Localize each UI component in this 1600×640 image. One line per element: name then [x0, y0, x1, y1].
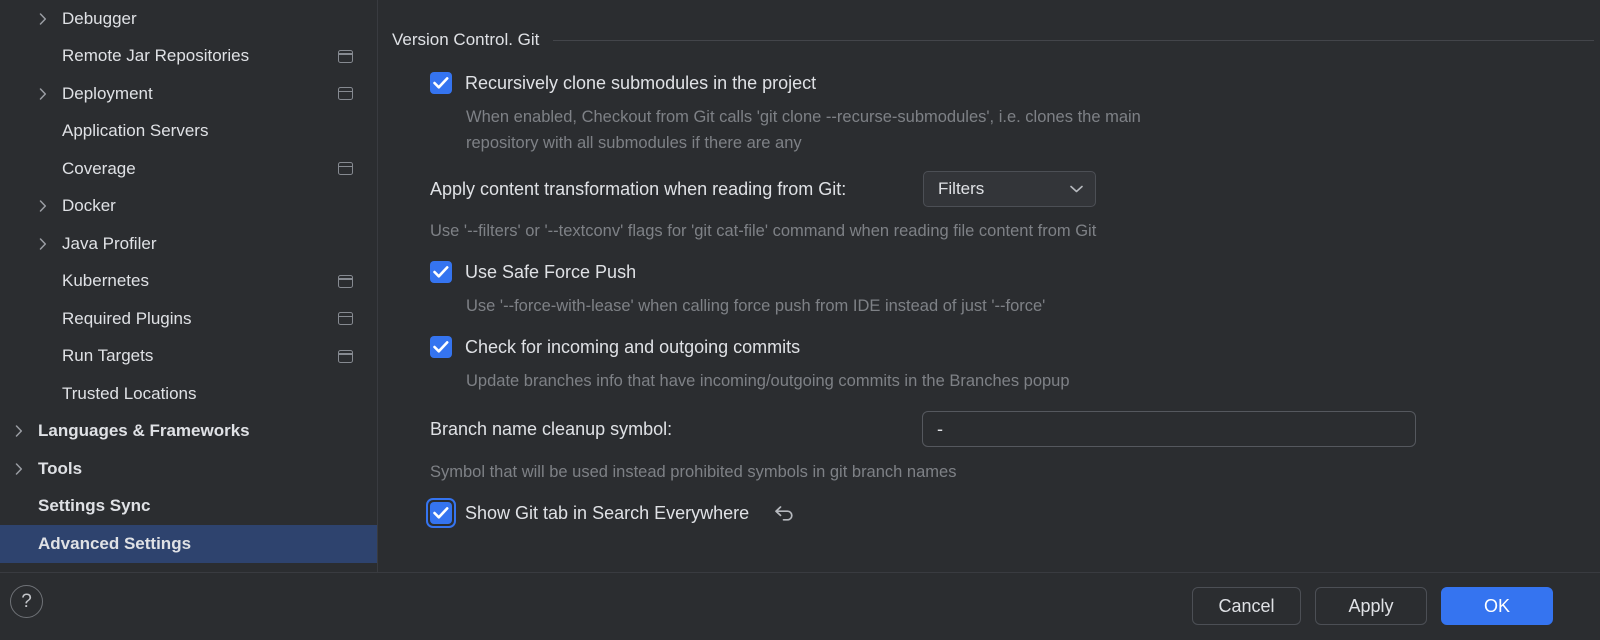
- chevron-right-icon[interactable]: [36, 12, 50, 26]
- sidebar-item-label: Application Servers: [62, 121, 209, 141]
- check-commits-checkbox[interactable]: [430, 336, 452, 358]
- chevron-right-icon[interactable]: [36, 87, 50, 101]
- sidebar-item-docker[interactable]: Docker: [0, 188, 377, 226]
- sidebar-item-label: Docker: [62, 196, 116, 216]
- chevron-right-icon[interactable]: [36, 237, 50, 251]
- sidebar-item-kubernetes[interactable]: Kubernetes: [0, 263, 377, 301]
- dialog-button-bar: ? Cancel Apply OK: [0, 573, 1600, 640]
- cancel-button[interactable]: Cancel: [1192, 587, 1301, 625]
- sidebar-item-tools[interactable]: Tools: [0, 450, 377, 488]
- sidebar-item-label: Required Plugins: [62, 308, 192, 328]
- settings-content-pane: Version Control. Git Recursively clone s…: [378, 0, 1600, 572]
- show-git-tab-label: Show Git tab in Search Everywhere: [465, 502, 750, 523]
- sidebar-item-label: Java Profiler: [62, 233, 157, 253]
- sidebar-item-label: Tools: [38, 458, 83, 478]
- ok-button[interactable]: OK: [1441, 587, 1553, 625]
- sidebar-item-label: Run Targets: [62, 346, 154, 366]
- help-button[interactable]: ?: [10, 585, 43, 618]
- sidebar-item-coverage[interactable]: Coverage: [0, 150, 377, 188]
- sidebar-item-debugger[interactable]: Debugger: [0, 0, 377, 38]
- safe-force-push-label: Use Safe Force Push: [465, 261, 637, 282]
- branch-cleanup-hint: Symbol that will be used instead prohibi…: [430, 463, 957, 481]
- sidebar-item-java-profiler[interactable]: Java Profiler: [0, 225, 377, 263]
- safe-force-push-hint: Use '--force-with-lease' when calling fo…: [466, 297, 1046, 315]
- project-scope-icon: [338, 87, 353, 101]
- recursive-clone-hint: When enabled, Checkout from Git calls 'g…: [466, 104, 1141, 156]
- project-scope-icon: [338, 312, 353, 326]
- sidebar-item-advanced-settings[interactable]: Advanced Settings: [0, 525, 377, 563]
- page-title: Version Control. Git: [392, 30, 540, 49]
- sidebar-item-label: Languages & Frameworks: [38, 421, 250, 441]
- section-divider: [553, 39, 1594, 41]
- recursive-clone-row[interactable]: Recursively clone submodules in the proj…: [430, 72, 816, 94]
- chevron-right-icon[interactable]: [36, 199, 50, 213]
- revert-icon[interactable]: [774, 504, 796, 522]
- sidebar-item-label: Debugger: [62, 8, 137, 28]
- sidebar-item-trusted-locations[interactable]: Trusted Locations: [0, 375, 377, 413]
- check-commits-label: Check for incoming and outgoing commits: [465, 336, 801, 357]
- check-commits-hint: Update branches info that have incoming/…: [466, 372, 1070, 390]
- settings-sidebar-tree[interactable]: Debugger Remote Jar Repositories Deploymen…: [0, 0, 377, 572]
- sidebar-item-label: Advanced Settings: [38, 533, 192, 553]
- sidebar-item-label: Kubernetes: [62, 271, 149, 291]
- content-transformation-hint: Use '--filters' or '--textconv' flags fo…: [430, 222, 1097, 240]
- safe-force-push-row[interactable]: Use Safe Force Push: [430, 261, 636, 283]
- project-scope-icon: [338, 349, 353, 363]
- sidebar-item-label: Coverage: [62, 158, 136, 178]
- sidebar-item-deployment[interactable]: Deployment: [0, 75, 377, 113]
- sidebar-item-required-plugins[interactable]: Required Plugins: [0, 300, 377, 338]
- branch-cleanup-input[interactable]: -: [922, 411, 1416, 447]
- check-commits-row[interactable]: Check for incoming and outgoing commits: [430, 336, 800, 358]
- safe-force-push-checkbox[interactable]: [430, 261, 452, 283]
- project-scope-icon: [338, 274, 353, 288]
- content-transformation-value: Filters: [938, 179, 985, 198]
- recursive-clone-label: Recursively clone submodules in the proj…: [465, 72, 817, 93]
- sidebar-item-languages-frameworks[interactable]: Languages & Frameworks: [0, 413, 377, 451]
- sidebar-item-settings-sync[interactable]: Settings Sync: [0, 488, 377, 526]
- chevron-right-icon[interactable]: [12, 424, 26, 438]
- show-git-tab-row[interactable]: Show Git tab in Search Everywhere: [426, 498, 796, 528]
- recursive-clone-hint-line2: repository with all submodules if there …: [466, 134, 802, 152]
- content-transformation-select[interactable]: Filters: [923, 171, 1096, 207]
- sidebar-item-label: Trusted Locations: [62, 383, 197, 403]
- sidebar-item-remote-jar-repositories[interactable]: Remote Jar Repositories: [0, 38, 377, 76]
- section-header: Version Control. Git: [392, 30, 1594, 50]
- recursive-clone-checkbox[interactable]: [430, 72, 452, 94]
- project-scope-icon: [338, 49, 353, 63]
- sidebar-item-label: Settings Sync: [38, 496, 151, 516]
- settings-dialog: Debugger Remote Jar Repositories Deploymen…: [0, 0, 1600, 640]
- apply-button[interactable]: Apply: [1315, 587, 1427, 625]
- chevron-down-icon: [1070, 172, 1083, 206]
- sidebar-item-application-servers[interactable]: Application Servers: [0, 113, 377, 151]
- sidebar-item-run-targets[interactable]: Run Targets: [0, 338, 377, 376]
- recursive-clone-hint-line1: When enabled, Checkout from Git calls 'g…: [466, 108, 1141, 126]
- project-scope-icon: [338, 162, 353, 176]
- show-git-tab-checkbox[interactable]: [426, 498, 456, 528]
- sidebar-item-label: Remote Jar Repositories: [62, 46, 250, 66]
- branch-cleanup-label: Branch name cleanup symbol:: [430, 419, 673, 439]
- chevron-right-icon[interactable]: [12, 462, 26, 476]
- sidebar-item-label: Deployment: [62, 83, 153, 103]
- content-transformation-label: Apply content transformation when readin…: [430, 179, 847, 199]
